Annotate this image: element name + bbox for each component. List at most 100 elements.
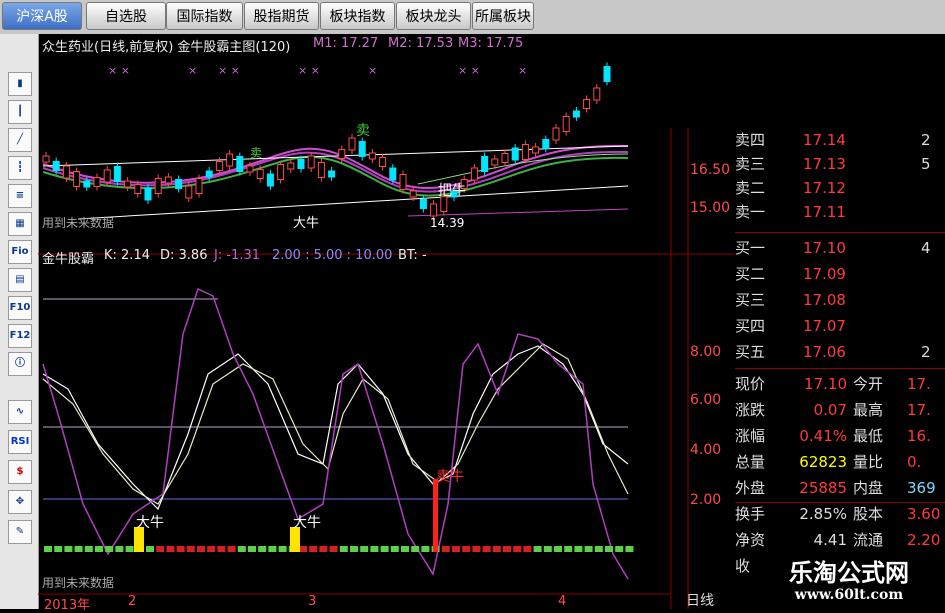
signal-cell xyxy=(268,546,277,552)
quote-label: 卖二 xyxy=(735,179,766,197)
stat-value: 0.41% xyxy=(799,427,847,445)
signal-cell xyxy=(462,546,471,552)
tab-intl-index[interactable]: 国际指数 xyxy=(166,2,243,30)
d-value: D: 3.86 xyxy=(160,248,208,263)
quote-row[interactable]: 买二 17.09 xyxy=(735,262,945,286)
signal-cell xyxy=(360,546,369,552)
quote-label: 买二 xyxy=(735,265,766,283)
candle-body xyxy=(226,153,234,167)
tab-related-sector[interactable]: 所属板块 xyxy=(472,2,534,30)
candle-body xyxy=(297,159,305,169)
quote-label: 卖一 xyxy=(735,203,766,221)
ind-tick: 4.00 xyxy=(690,442,722,458)
stat-label: 涨幅 xyxy=(735,427,766,445)
rsi-button[interactable]: RSI xyxy=(8,430,32,454)
list-icon[interactable]: ≡ xyxy=(8,184,32,208)
candle-body xyxy=(103,169,111,183)
candle-icon[interactable]: ┃ xyxy=(8,100,32,124)
wave-icon[interactable]: ∿ xyxy=(8,400,32,424)
quote-volume: 4 xyxy=(921,239,931,257)
signal-cell xyxy=(64,546,73,552)
tab-hs-a[interactable]: 沪深A股 xyxy=(2,2,82,30)
quote-label: 卖四 xyxy=(735,131,766,149)
signal-cell xyxy=(74,546,83,552)
stat-value: 17.10 xyxy=(804,375,847,393)
signal-cell xyxy=(441,546,450,552)
tab-sector-index[interactable]: 板块指数 xyxy=(320,2,395,30)
candle-body xyxy=(470,167,478,181)
stat-value: 17. xyxy=(907,375,931,393)
dollar-icon[interactable]: $ xyxy=(8,460,32,484)
candle-body xyxy=(287,162,295,170)
line-chart-icon[interactable]: ╱ xyxy=(8,128,32,152)
stat-label: 收 xyxy=(735,557,751,575)
fio-button[interactable]: Fio xyxy=(8,240,32,264)
candle-body xyxy=(205,170,213,178)
signal-cell xyxy=(543,546,552,552)
ind-tick: 2.00 xyxy=(690,492,722,508)
tab-sector-leader[interactable]: 板块龙头 xyxy=(396,2,471,30)
candles xyxy=(42,62,611,220)
quote-row[interactable]: 买一 17.10 4 xyxy=(735,236,945,260)
quote-row[interactable]: 买四 17.07 xyxy=(735,314,945,338)
quote-price: 17.06 xyxy=(803,343,846,361)
signal-cell xyxy=(278,546,287,552)
signal-cell xyxy=(105,546,114,552)
quote-row[interactable]: 买五 17.06 2 xyxy=(735,340,945,364)
info-icon[interactable]: ⓘ xyxy=(8,352,32,376)
quote-row[interactable]: 卖四 17.14 2 xyxy=(735,128,945,152)
stat-label: 今开 xyxy=(853,375,884,393)
svg-text:× ×: × × xyxy=(298,64,320,77)
grid-icon[interactable]: ▦ xyxy=(8,212,32,236)
signal-cell xyxy=(197,546,205,552)
signal-cell xyxy=(350,546,358,552)
signal-cell xyxy=(186,546,195,552)
bull-signal-label: 大牛 xyxy=(293,515,321,531)
sell-mark: 卖 xyxy=(356,123,370,139)
candle-body xyxy=(511,147,519,161)
quote-row[interactable]: 卖二 17.12 xyxy=(735,176,945,200)
candle-body xyxy=(154,178,162,194)
signal-cell xyxy=(554,546,562,552)
stat-label: 外盘 xyxy=(735,479,766,497)
move-icon[interactable]: ✥ xyxy=(8,490,32,514)
tab-index-futures[interactable]: 股指期货 xyxy=(244,2,319,30)
candle-body xyxy=(62,165,70,179)
stat-divider xyxy=(735,502,945,503)
quote-price: 17.09 xyxy=(803,265,846,283)
candle-body xyxy=(552,127,560,141)
f10-button[interactable]: F10 xyxy=(8,296,32,320)
stat-row: 涨跌 0.07 最高 17. xyxy=(735,398,945,422)
stat-value: 2.20 xyxy=(907,531,941,549)
stat-value: 2.85% xyxy=(799,505,847,523)
candle-body xyxy=(124,180,132,188)
period-label[interactable]: 日线 xyxy=(686,590,714,610)
candle-icon[interactable]: ┇ xyxy=(8,156,32,180)
quote-row[interactable]: 卖一 17.11 xyxy=(735,200,945,224)
signal-cell xyxy=(309,546,318,552)
bar-chart-icon[interactable]: ▮ xyxy=(8,72,32,96)
pen-icon[interactable]: ✎ xyxy=(8,520,32,544)
candle-body xyxy=(256,169,264,179)
candle-body xyxy=(399,174,407,190)
f12-button[interactable]: F12 xyxy=(8,324,32,348)
stat-label: 换手 xyxy=(735,505,766,523)
quote-row[interactable]: 买三 17.08 xyxy=(735,288,945,312)
date-label: 3 xyxy=(308,594,317,609)
tab-watchlist[interactable]: 自选股 xyxy=(86,2,166,30)
stat-value: 3.60 xyxy=(907,505,941,523)
candle-body xyxy=(175,179,183,189)
chart-area[interactable]: × × × × × × × × × × × 众生药业(日线,前复权) 金牛股霸主图(120… xyxy=(38,34,735,613)
top-markers: × × × × × × × × × × × xyxy=(108,64,527,77)
stat-row: 涨幅 0.41% 最低 16. xyxy=(735,424,945,448)
level-values: 2.00 : 5.00 : 10.00 xyxy=(272,248,393,263)
quote-row[interactable]: 卖三 17.13 5 xyxy=(735,152,945,176)
quote-label: 买一 xyxy=(735,239,766,257)
table-icon[interactable]: ▤ xyxy=(8,268,32,292)
low-price-mark: 14.39 xyxy=(430,216,465,230)
stat-label: 现价 xyxy=(735,375,766,393)
candle-body xyxy=(246,165,254,173)
watermark-url: www.60lt.com xyxy=(794,587,904,603)
signal-cell xyxy=(513,546,522,552)
signal-cell xyxy=(339,546,348,552)
